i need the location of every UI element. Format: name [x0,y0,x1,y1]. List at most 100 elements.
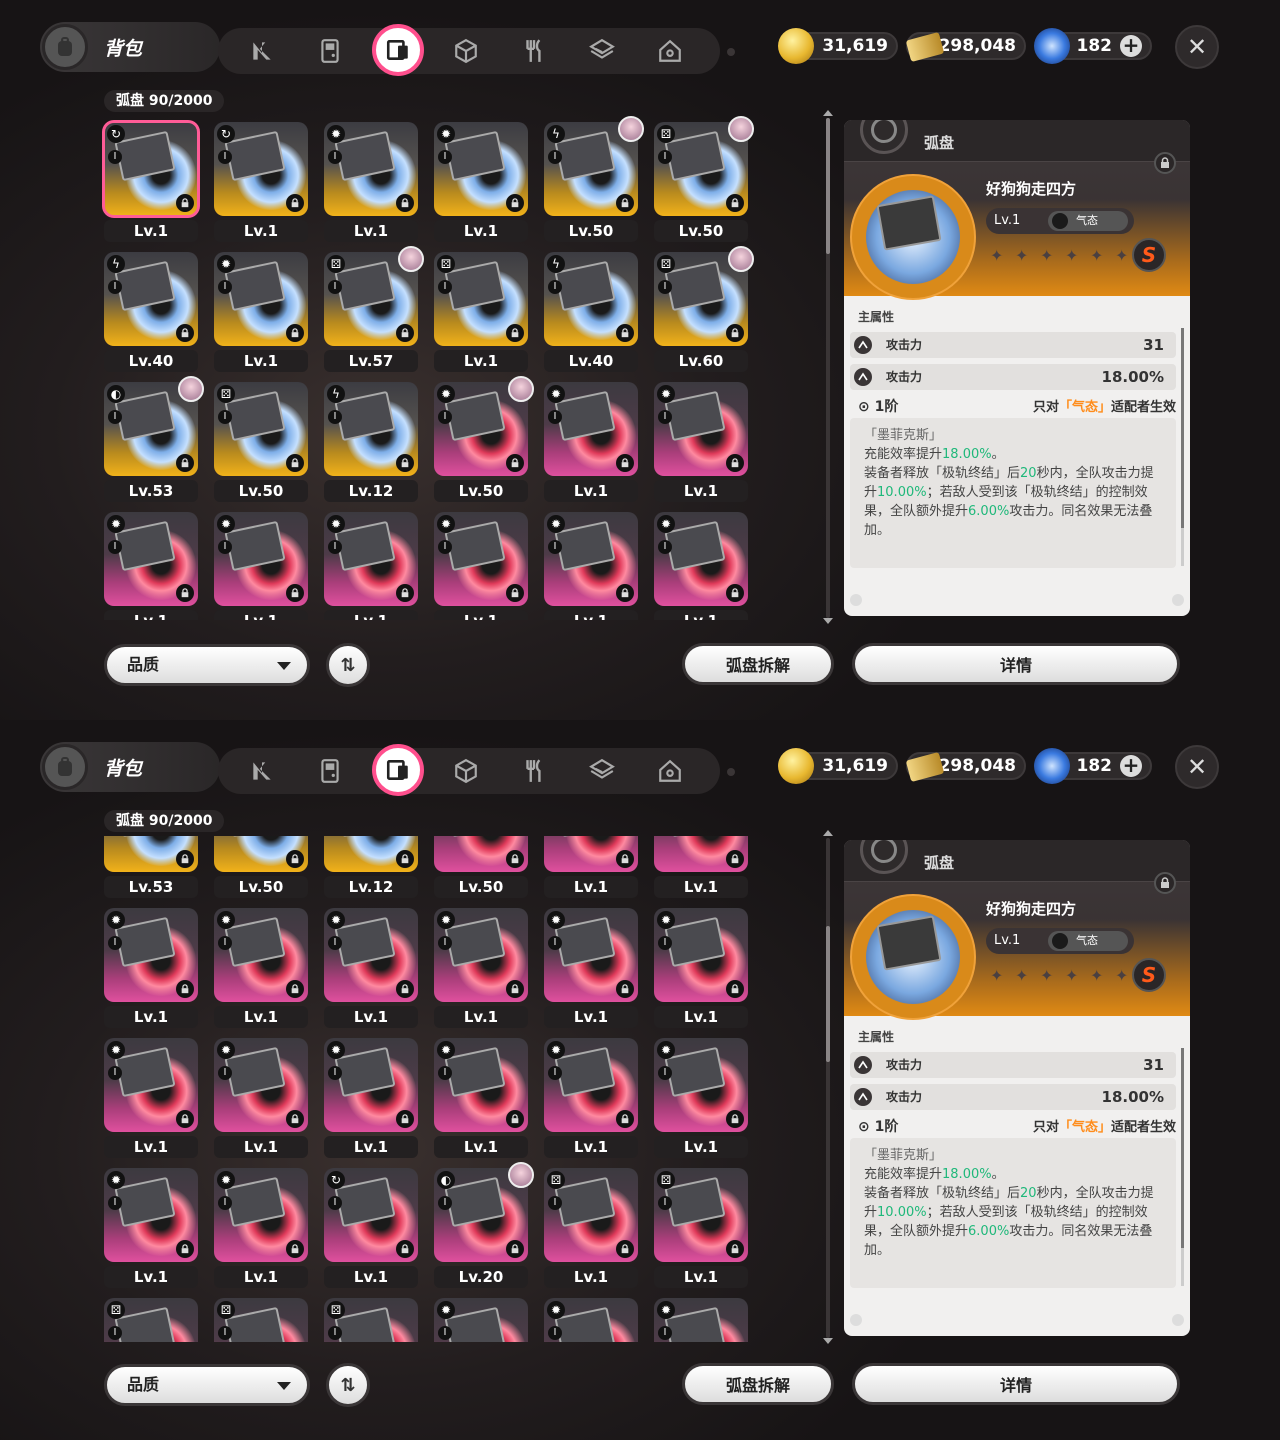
tab-n-logo[interactable] [228,748,296,794]
disc-card[interactable]: ✹ILv.1 [210,1034,308,1158]
disc-card[interactable]: ⚄ILv.50 [210,378,308,502]
lock-icon[interactable] [1154,152,1176,174]
disc-card[interactable]: ◐ILv.53 [100,836,198,898]
disc-card[interactable]: ✹ILv.1 [210,904,308,1028]
lock-icon [286,584,304,602]
gear-attribute-icon: ✹ [657,1041,675,1059]
disc-card[interactable]: ⚄ I Lv.60 [650,246,754,372]
bag-header: 背包 [40,22,220,72]
lock-icon[interactable] [1154,872,1176,894]
disc-card[interactable]: ✹ILv.50 [430,836,528,898]
disc-card[interactable]: ✹ILv.1 [540,508,638,620]
disc-card[interactable]: ↻ I Lv.1 [100,118,200,242]
disc-card[interactable]: ✹ILv.1 [430,118,528,242]
disc-card[interactable]: ◐ I Lv.20 [430,1162,534,1288]
disc-card[interactable]: ✹ILv.1 [320,904,418,1028]
equipped-agent-avatar [728,116,754,142]
disc-card[interactable]: ⚄ I Lv.1 [430,248,528,372]
disc-card[interactable]: ✹ILv.1 [540,378,638,502]
tab-gameboy[interactable] [296,748,364,794]
tab-food[interactable] [500,28,568,74]
details-button[interactable]: 详情 [852,1363,1180,1405]
disc-card[interactable]: ✹ILv.1 [430,1034,528,1158]
disc-card[interactable]: ✹ILv.1 [210,508,308,620]
rank-i-badge: I [548,150,562,164]
disc-card[interactable]: ⚄ I Lv.1 [540,1164,638,1288]
disc-card[interactable]: ↻ I Lv.1 [320,1164,418,1288]
disc-card[interactable]: ✹ILv.1 [540,1034,638,1158]
disc-card[interactable]: ✹ILv.1 [650,836,748,898]
tab-house[interactable] [636,748,704,794]
tier-note: 只对「气态」适配者生效 [1033,396,1176,415]
disc-card[interactable]: ϟ I Lv.40 [540,248,638,372]
disc-card[interactable]: ✹ILv.1 [100,508,198,620]
disc-card[interactable]: ✹ILv.1 [100,904,198,1028]
disc-card[interactable]: ✹ I [650,1294,748,1342]
sort-order-button[interactable]: ⇅ [326,643,370,687]
disc-card[interactable]: ϟI Lv.12 [320,378,418,502]
disc-card[interactable]: ✹ILv.1 [650,904,748,1028]
quality-filter-dropdown[interactable]: 品质 [104,644,310,686]
disc-artwork [850,894,976,1020]
tab-cube[interactable] [432,748,500,794]
grid-scrollbar[interactable] [823,830,833,1344]
tab-gameboy[interactable] [296,28,364,74]
tab-chip[interactable] [568,748,636,794]
disc-card[interactable]: ✹ILv.1 [210,1164,308,1288]
details-button[interactable]: 详情 [852,643,1180,685]
disc-card[interactable]: ✹ILv.1 [210,248,308,372]
tab-chip[interactable] [568,28,636,74]
plus-icon[interactable]: + [1120,755,1142,777]
disc-card[interactable]: ✹ILv.1 [540,904,638,1028]
disc-card[interactable]: ϟ I Lv.40 [100,248,198,372]
effect-line: 升10.00%；若敌人受到该「极轨终结」的控制效 [864,1205,1148,1220]
plus-icon[interactable]: + [1120,35,1142,57]
disc-card[interactable]: ✹ILv.1 [650,1034,748,1158]
detail-scrollbar[interactable] [1181,328,1184,566]
disc-card[interactable]: ↻ I Lv.1 [210,118,308,242]
tab-n-logo[interactable] [228,28,296,74]
gear-attribute-icon: ✹ [547,1301,565,1319]
disc-card[interactable]: ⚄ I Lv.1 [650,1164,748,1288]
disc-card[interactable]: ✹ILv.1 [320,508,418,620]
disc-card[interactable]: ⚄ I [320,1294,418,1342]
lock-icon [176,194,194,212]
disc-card[interactable]: ⚄ I [210,1294,308,1342]
tab-house[interactable] [636,28,704,74]
tab-cube[interactable] [432,28,500,74]
disc-card[interactable]: ✹ILv.1 [650,508,748,620]
disc-card[interactable]: ✹ I [540,1294,638,1342]
tab-disc-drive[interactable] [364,24,432,76]
disc-card[interactable]: ✹ILv.1 [320,118,418,242]
disc-card[interactable]: ⚄ILv.50 [650,116,754,242]
disc-artwork: ✹I [434,908,528,1002]
disc-card[interactable]: ϟ I Lv.50 [540,116,644,242]
disc-card[interactable]: ✹ I [430,1294,528,1342]
dismantle-button[interactable]: 弧盘拆解 [682,643,834,685]
disc-card[interactable]: ✹ILv.1 [430,508,528,620]
disc-card[interactable]: ⚄ I [100,1294,198,1342]
quality-filter-dropdown[interactable]: 品质 [104,1364,310,1406]
dismantle-button[interactable]: 弧盘拆解 [682,1363,834,1405]
stat-name: 攻击力 [886,1058,923,1072]
sort-order-button[interactable]: ⇅ [326,1363,370,1407]
disc-card[interactable]: ◐ILv.53 [100,376,204,502]
disc-card[interactable]: ✹ILv.50 [430,376,534,502]
disc-card[interactable]: ✹ILv.1 [540,836,638,898]
disc-card[interactable]: ✹ILv.1 [650,378,748,502]
disc-card[interactable]: ✹ILv.1 [100,1164,198,1288]
tab-food[interactable] [500,748,568,794]
disc-card[interactable]: ⚄ I Lv.57 [320,246,424,372]
close-button[interactable]: ✕ [1175,25,1219,69]
detail-scrollbar[interactable] [1181,1048,1184,1286]
disc-card[interactable]: ✹ILv.1 [430,904,528,1028]
disc-card[interactable]: ϟI Lv.12 [320,836,418,898]
grid-scrollbar[interactable] [823,110,833,624]
disc-level: Lv.1 [214,1266,308,1288]
close-button[interactable]: ✕ [1175,745,1219,789]
disc-card[interactable]: ✹ILv.1 [100,1034,198,1158]
disc-card[interactable]: ✹ILv.1 [320,1034,418,1158]
tab-disc-drive[interactable] [364,744,432,796]
disc-card[interactable]: ⚄ILv.50 [210,836,308,898]
rank-i-badge: I [108,1326,122,1340]
